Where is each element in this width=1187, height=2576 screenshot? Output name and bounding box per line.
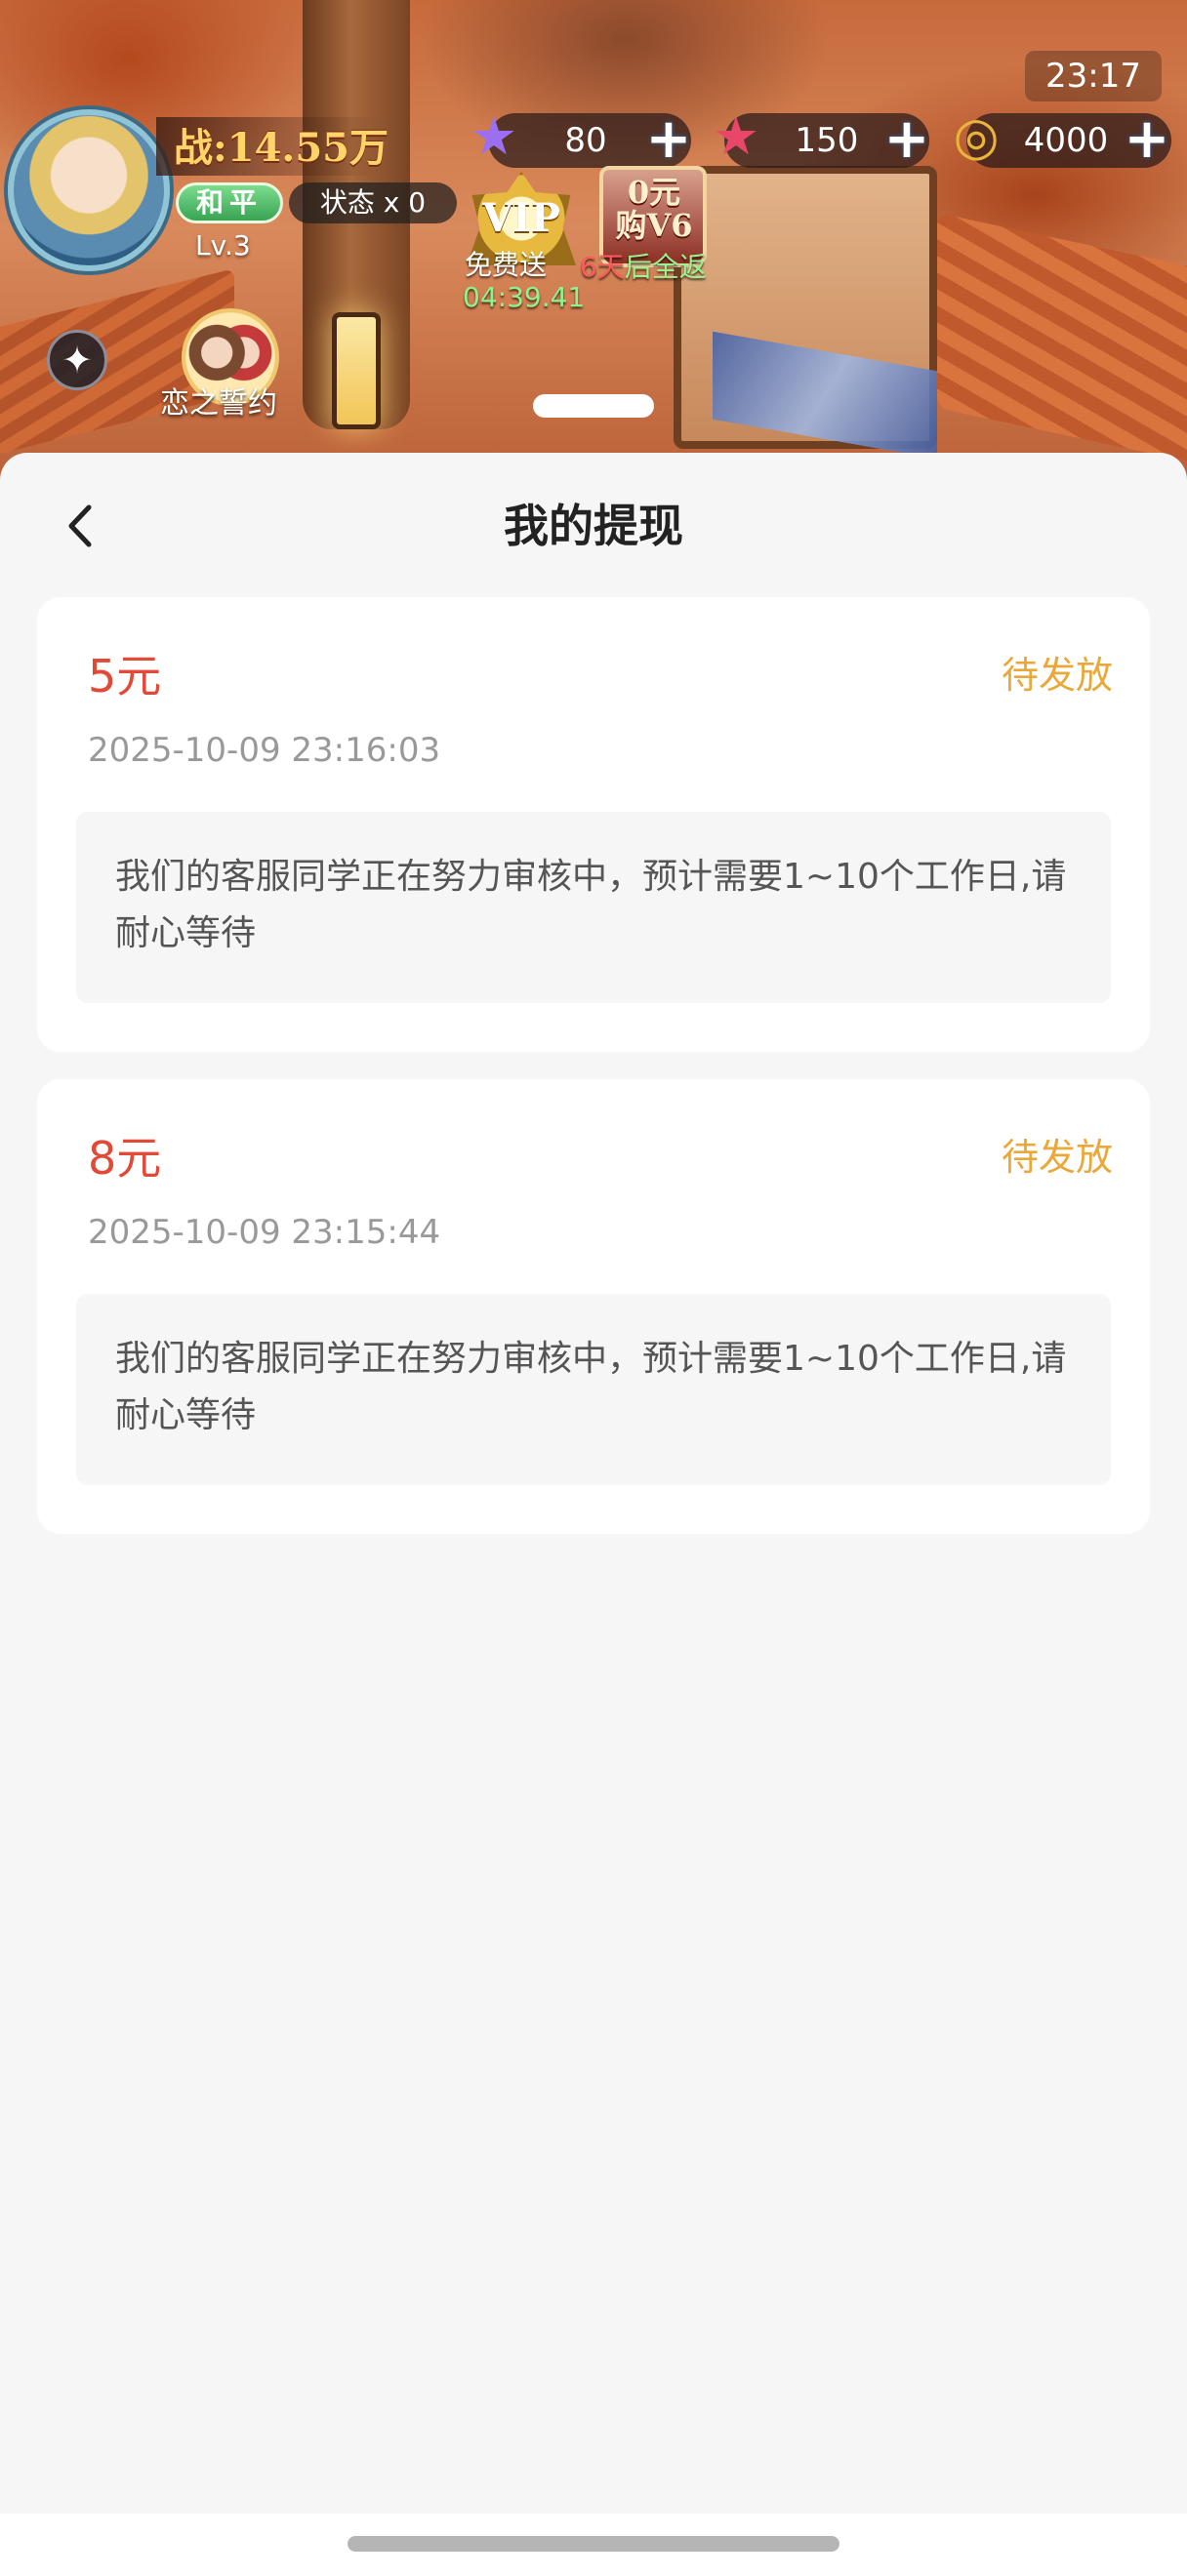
chevron-left-icon xyxy=(68,504,92,547)
status-badge[interactable]: 状态 x 0 xyxy=(289,182,457,223)
withdrawal-amount: 5元 xyxy=(88,650,162,703)
background-roof-right xyxy=(937,213,1187,470)
resource-value-gold-coin: 4000 xyxy=(1023,121,1109,160)
background-lamp xyxy=(332,312,381,429)
withdrawal-amount: 8元 xyxy=(88,1132,162,1185)
resource-value-red-star: 150 xyxy=(795,121,859,160)
home-indicator[interactable] xyxy=(348,2536,839,2552)
sheet-drag-handle[interactable] xyxy=(533,394,654,418)
free-gift-label: 免费送 xyxy=(465,249,548,281)
withdrawal-card: 5元 待发放 2025-10-09 23:16:03 我们的客服同学正在努力审核… xyxy=(37,597,1150,1052)
add-gold-coin-button[interactable]: + xyxy=(1123,112,1171,167)
combat-power: 战:14.55万 xyxy=(174,125,389,171)
add-purple-star-button[interactable]: + xyxy=(644,112,693,167)
withdrawal-status: 待发放 xyxy=(1001,654,1113,697)
game-clock: 23:17 xyxy=(1025,51,1162,101)
withdrawal-card: 8元 待发放 2025-10-09 23:15:44 我们的客服同学正在努力审核… xyxy=(37,1079,1150,1534)
withdrawal-time: 2025-10-09 23:15:44 xyxy=(88,1213,441,1252)
withdrawal-review-note: 我们的客服同学正在努力审核中，预计需要1~10个工作日,请耐心等待 xyxy=(76,1294,1111,1485)
free-gift-timer: 04:39.41 xyxy=(463,281,586,313)
player-avatar[interactable] xyxy=(8,109,170,271)
player-level: Lv.3 xyxy=(195,229,251,262)
return-days: 6天 xyxy=(580,251,625,283)
full-return-label: 6天后全返 xyxy=(580,250,707,285)
withdrawal-status: 待发放 xyxy=(1001,1136,1113,1179)
red-star-icon: ★ xyxy=(712,105,760,167)
purple-star-icon: ★ xyxy=(470,105,518,167)
gold-coin-icon: ◎ xyxy=(953,105,1000,167)
sparkle-icon[interactable]: ✦ xyxy=(47,330,107,390)
page-title: 我的提现 xyxy=(504,500,683,552)
back-button[interactable] xyxy=(55,500,107,552)
couple-label: 恋之誓约 xyxy=(160,386,277,421)
withdrawal-time: 2025-10-09 23:16:03 xyxy=(88,731,441,770)
resource-value-purple-star: 80 xyxy=(564,121,607,160)
add-red-star-button[interactable]: + xyxy=(882,112,931,167)
peace-mode-badge[interactable]: 和平 xyxy=(176,182,283,223)
withdrawal-review-note: 我们的客服同学正在努力审核中，预计需要1~10个工作日,请耐心等待 xyxy=(76,812,1111,1003)
zero-yuan-buy-label: 0元购V6 xyxy=(615,174,693,244)
return-suffix: 后全返 xyxy=(624,251,707,283)
